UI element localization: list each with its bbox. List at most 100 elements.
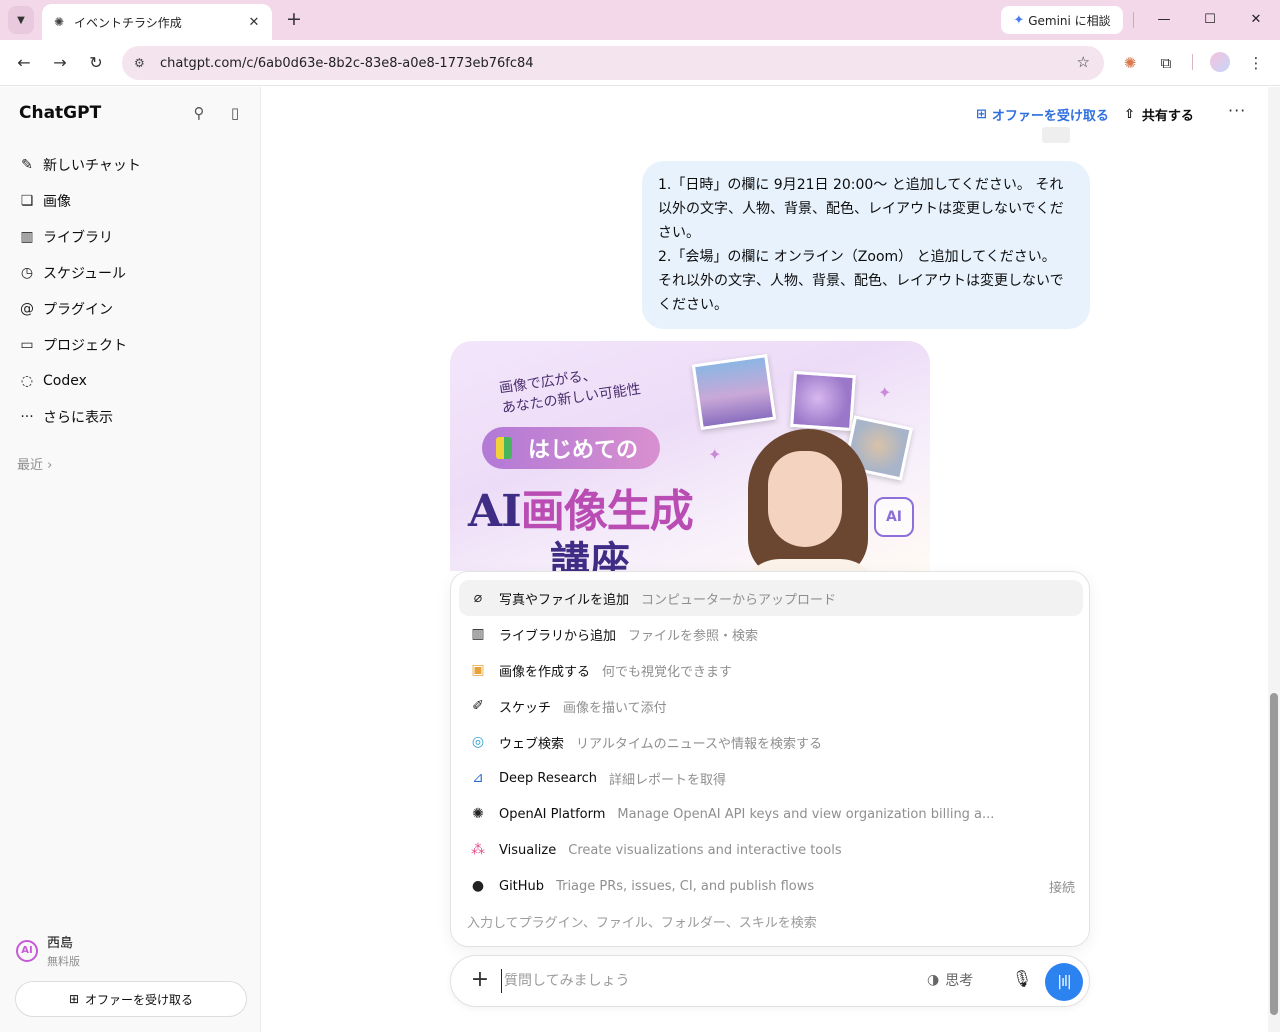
share-button[interactable]: ⇧ 共有する [1124, 103, 1194, 125]
microphone-icon[interactable]: 🎙 [1011, 969, 1033, 993]
recent-section-toggle[interactable]: 最近 › [17, 454, 52, 473]
menu-item-label: ライブラリから追加 [499, 628, 617, 644]
reload-button[interactable]: ↻ [84, 51, 108, 75]
sidebar-item-codex[interactable]: ◌ Codex [8, 363, 252, 399]
menu-item-label: スケッチ [499, 700, 552, 716]
page-scrollbar[interactable] [1268, 87, 1280, 1032]
menu-item-web-search[interactable]: ◎ ウェブ検索 リアルタイムのニュースや情報を検索する [459, 724, 1083, 760]
think-label: 思考 [945, 973, 974, 989]
codex-icon: ◌ [20, 373, 34, 389]
image-headline-ai: AI [468, 486, 522, 537]
sidebar-item-label: Codex [43, 373, 87, 389]
tab-title: イベントチラシ作成 [74, 15, 182, 30]
forward-button[interactable]: → [48, 51, 72, 75]
attached-image-thumbnail[interactable] [1042, 127, 1070, 143]
gift-icon: ⊞ [976, 106, 987, 122]
menu-item-openai-platform[interactable]: ✺ OpenAI Platform Manage OpenAI API keys… [459, 796, 1083, 832]
recent-label: 最近 [17, 458, 44, 473]
scrollbar-thumb[interactable] [1270, 693, 1278, 1015]
add-attachment-button[interactable]: + [467, 968, 493, 994]
sparkle-icon: ✦ [878, 383, 892, 402]
sidebar-nav: ✎ 新しいチャット ❏ 画像 ▥ ライブラリ ◷ スケジュール @ プラグイン … [8, 147, 252, 435]
divider [1133, 12, 1134, 28]
offer-label: オファーを受け取る [991, 108, 1109, 124]
visualize-icon: ⁂ [471, 842, 485, 858]
menu-item-deep-research[interactable]: ⊿ Deep Research 詳細レポートを取得 [459, 760, 1083, 796]
woman-face [768, 451, 842, 547]
user-message-line: 1.「日時」の欄に 9月21日 20:00〜 と追加してください。 それ以外の文… [658, 177, 1064, 241]
generated-image[interactable]: 画像で広がる、 あなたの新しい可能性 ✦ ✦ はじめての AI画像生成 講座 A… [450, 341, 930, 571]
sidebar: ChatGPT ⚲ ▯ ✎ 新しいチャット ❏ 画像 ▥ ライブラリ ◷ スケジ… [0, 87, 261, 1032]
menu-item-desc: リアルタイムのニュースや情報を検索する [576, 736, 822, 752]
menu-item-label: GitHub [499, 878, 545, 894]
folder-icon: ▭ [20, 337, 34, 353]
more-options-icon[interactable]: ··· [1228, 101, 1246, 120]
menu-item-library[interactable]: ▥ ライブラリから追加 ファイルを参照・検索 [459, 616, 1083, 652]
think-button[interactable]: ◑ 思考 [927, 970, 973, 990]
window-close-button[interactable]: ✕ [1244, 8, 1268, 32]
menu-item-label: Visualize [499, 842, 557, 858]
maximize-button[interactable]: ☐ [1198, 8, 1222, 32]
profile-avatar[interactable] [1210, 52, 1230, 72]
new-tab-button[interactable]: + [282, 8, 306, 32]
image-pill-text: はじめての [528, 438, 639, 463]
image-tagline: 画像で広がる、 あなたの新しい可能性 [498, 359, 642, 418]
photo-flowers [790, 370, 856, 432]
image-pill: はじめての [482, 427, 660, 469]
edit-icon: ✎ [21, 157, 33, 173]
bookmark-star-icon[interactable]: ☆ [1077, 53, 1090, 71]
menu-item-label: ウェブ検索 [499, 736, 565, 752]
sidebar-item-new-chat[interactable]: ✎ 新しいチャット [8, 147, 252, 183]
menu-item-label: Deep Research [499, 770, 598, 786]
sidebar-item-images[interactable]: ❏ 画像 [8, 183, 252, 219]
extension-claude-icon[interactable]: ✺ [1120, 53, 1140, 73]
sidebar-toggle-icon[interactable]: ▯ [225, 103, 245, 123]
header-offer-button[interactable]: ⊞ オファーを受け取る [976, 103, 1109, 125]
extensions-puzzle-icon[interactable]: ⧉ [1156, 53, 1176, 73]
sidebar-item-schedule[interactable]: ◷ スケジュール [8, 255, 252, 291]
back-button[interactable]: ← [12, 51, 36, 75]
browser-tabstrip: ▼ ✺ イベントチラシ作成 ✕ + ✦ Gemini に相談 — ☐ ✕ [0, 0, 1280, 40]
sidebar-item-plugins[interactable]: @ プラグイン [8, 291, 252, 327]
library-icon: ▥ [471, 626, 485, 642]
browser-menu-icon[interactable]: ⋮ [1246, 53, 1266, 73]
gemini-label: Gemini に相談 [1028, 13, 1111, 28]
sidebar-item-projects[interactable]: ▭ プロジェクト [8, 327, 252, 363]
prompt-input[interactable] [501, 969, 901, 993]
address-bar[interactable]: ⚙ chatgpt.com/c/6ab0d63e-8b2c-83e8-a0e8-… [122, 46, 1104, 80]
connect-link[interactable]: 接続 [1049, 877, 1075, 896]
menu-item-desc: ファイルを参照・検索 [628, 628, 759, 644]
sidebar-item-label: プロジェクト [43, 338, 127, 354]
avatar: AI [16, 939, 38, 962]
sidebar-item-more[interactable]: ··· さらに表示 [8, 399, 252, 435]
github-icon: ● [471, 878, 485, 894]
menu-search-input[interactable]: 入力してプラグイン、ファイル、フォルダー、スキルを検索 [467, 912, 817, 931]
clock-icon: ◷ [20, 265, 34, 281]
url-text: chatgpt.com/c/6ab0d63e-8b2c-83e8-a0e8-17… [160, 55, 534, 71]
menu-item-visualize[interactable]: ⁂ Visualize Create visualizations and in… [459, 832, 1083, 868]
image-create-icon: ▣ [471, 662, 485, 678]
menu-item-add-file[interactable]: ⌀ 写真やファイルを追加 コンピューターからアップロード [459, 580, 1083, 616]
menu-item-sketch[interactable]: ✐ スケッチ 画像を描いて添付 [459, 688, 1083, 724]
image-subheadline: 講座 [550, 538, 630, 571]
sidebar-offer-button[interactable]: ⊞ オファーを受け取る [15, 981, 247, 1017]
minimize-button[interactable]: — [1152, 8, 1176, 32]
menu-item-create-image[interactable]: ▣ 画像を作成する 何でも視覚化できます [459, 652, 1083, 688]
image-ai-badge: AI [874, 497, 914, 537]
more-dots-icon: ··· [20, 409, 34, 425]
tab-search-button[interactable]: ▼ [8, 6, 34, 34]
at-icon: @ [20, 301, 34, 317]
user-menu[interactable]: AI 西島 無料版 [16, 932, 80, 969]
browser-tab[interactable]: ✺ イベントチラシ作成 ✕ [42, 4, 272, 40]
gemini-button[interactable]: ✦ Gemini に相談 [1001, 6, 1123, 34]
site-settings-icon[interactable]: ⚙ [134, 56, 152, 70]
search-icon[interactable]: ⚲ [189, 103, 209, 123]
close-icon[interactable]: ✕ [246, 15, 262, 30]
sidebar-item-label: 新しいチャット [43, 158, 141, 174]
menu-item-github[interactable]: ● GitHub Triage PRs, issues, CI, and pub… [459, 868, 1083, 904]
voice-mode-button[interactable]: |ıl| [1045, 963, 1083, 1001]
sidebar-item-library[interactable]: ▥ ライブラリ [8, 219, 252, 255]
globe-icon: ◎ [471, 734, 485, 750]
brain-icon: ◑ [927, 972, 940, 988]
menu-item-desc: 画像を描いて添付 [563, 700, 667, 716]
